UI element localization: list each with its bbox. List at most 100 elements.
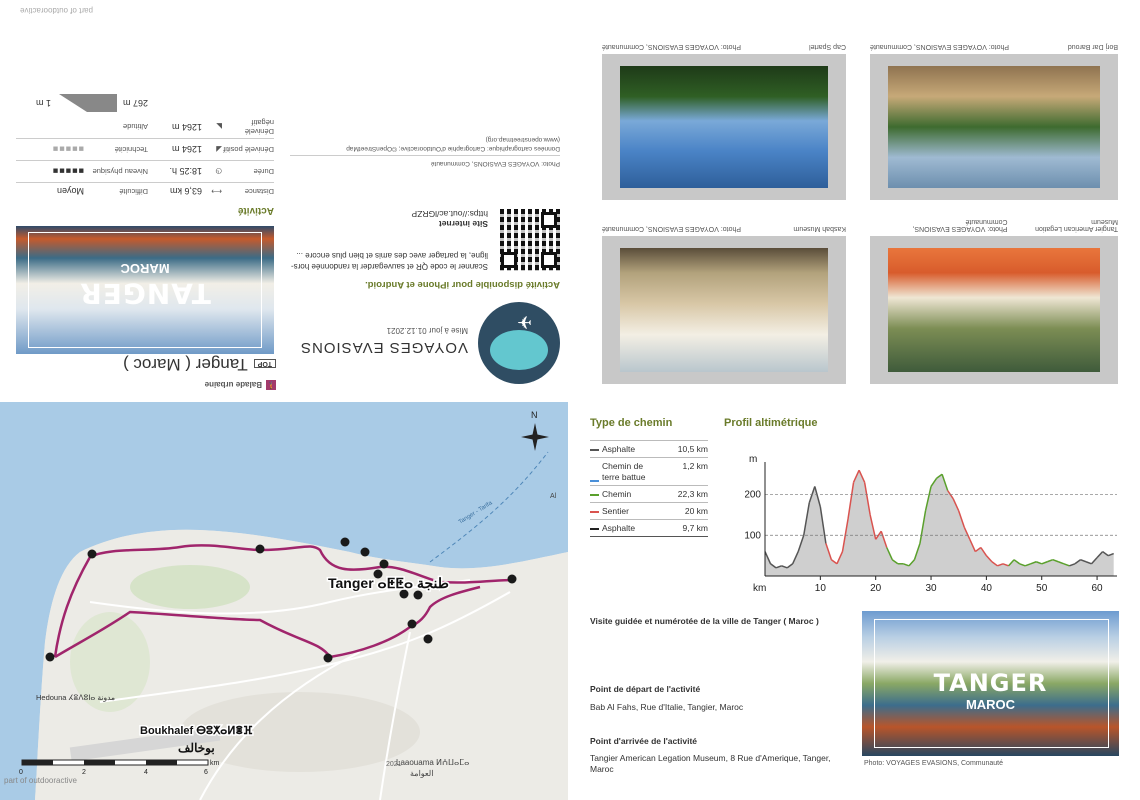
map-svg: Tanger - Tarifa N Tanger ⴰⵟⵟⴰ طنجة Hedou… bbox=[0, 402, 568, 800]
path-type-heading: Type de chemin bbox=[590, 417, 673, 429]
photo-credit: Photo: VOYAGES EVASIONS, Communauté bbox=[602, 43, 742, 50]
photo-kasbah-museum bbox=[620, 248, 828, 372]
photo-frame bbox=[602, 54, 846, 200]
stats-table: Distance ⟷ 63,6 km Difficulté Moyen Duré… bbox=[16, 90, 274, 200]
photo-credit: Photo: VOYAGES EVASIONS, Communauté bbox=[602, 225, 742, 232]
end-label: Point d'arrivée de l'activité bbox=[590, 736, 698, 746]
path-type-value: 22,3 km bbox=[677, 489, 708, 499]
path-type-name: Asphalte bbox=[602, 522, 636, 533]
poster-title: TANGER bbox=[933, 669, 1048, 697]
start-label: Point de départ de l'activité bbox=[590, 684, 701, 694]
path-type-value: 10,5 km bbox=[677, 444, 708, 454]
north-label: N bbox=[531, 410, 538, 420]
elevation-chart-svg: 200 100 m 10 20 30 40 50 60 km bbox=[744, 454, 1117, 594]
path-type-row: Chemin de terre battue 1,2 km bbox=[590, 457, 708, 485]
path-color-swatch bbox=[590, 480, 599, 482]
stats-row: Durée ◷ 18:25 h. Niveau physique ■■■■■ bbox=[16, 160, 274, 182]
y-unit-label: m bbox=[749, 454, 757, 465]
scale-label-4: 4 bbox=[144, 769, 148, 776]
qr-code[interactable] bbox=[498, 209, 560, 271]
scale-label-6: 6 bbox=[204, 769, 208, 776]
scale-label-0: 0 bbox=[19, 769, 23, 776]
start-value: Bab Al Fahs, Rue d'Italie, Tangier, Maro… bbox=[590, 702, 744, 712]
ascent-value: 1264 m bbox=[171, 144, 202, 155]
laaouama-label: Laaouama ⵍⵄⵡⴰⵎⴰ bbox=[396, 758, 469, 767]
physical-label: Niveau physique bbox=[92, 167, 148, 176]
path-type-row: Chemin 22,3 km bbox=[590, 485, 708, 502]
photo-caption-row: Kasbah Museum Photo: VOYAGES EVASIONS, C… bbox=[602, 225, 846, 232]
city-label: Tanger ⴰⵟⵟⴰ طنجة bbox=[328, 575, 449, 591]
photo-caption-row: Borj Dar Baroud Photo: VOYAGES EVASIONS,… bbox=[870, 43, 1118, 50]
hedouna-label: Hedouna ⵃⴻⴷⵓⵏⴰ مدونة bbox=[36, 693, 115, 702]
author-name: VOYAGES EVASIONS bbox=[300, 339, 468, 356]
scale-unit: km bbox=[210, 760, 220, 767]
y-tick-label: 200 bbox=[745, 490, 761, 501]
photo-caption: Tangier American Legation Museum bbox=[1035, 218, 1118, 232]
thumbnail-subtitle: MAROC bbox=[120, 261, 170, 276]
alt-min: 1 m bbox=[35, 98, 51, 108]
clock-icon: ◷ bbox=[215, 167, 222, 176]
photo-credit: Photo: VOYAGES EVASIONS, Communauté bbox=[430, 160, 560, 167]
photo-credit: Photo: VOYAGES EVASIONS, Communauté bbox=[870, 43, 1010, 50]
path-type-value: 9,7 km bbox=[682, 523, 708, 533]
plane-icon: ✈ bbox=[516, 312, 532, 332]
elevation-chart: 200 100 m 10 20 30 40 50 60 km bbox=[744, 450, 1125, 600]
technique-level-icon: ■■■■■ bbox=[51, 144, 84, 155]
descent-label: Dénivelé négatif bbox=[244, 118, 274, 136]
photo-frame bbox=[602, 236, 846, 384]
photo-caption: Kasbah Museum bbox=[793, 225, 846, 232]
photo-borj-dar-baroud bbox=[888, 66, 1100, 188]
poster-image: TANGER MAROC bbox=[862, 611, 1119, 756]
info-panel-upside-down: part of outdooractive 🚶 Balade urbaine T… bbox=[0, 0, 570, 400]
distance-value: 63,6 km bbox=[169, 186, 202, 197]
path-type-row: Asphalte 9,7 km bbox=[590, 519, 708, 536]
app-heading: Activité disponible pour iPhone et Andro… bbox=[365, 279, 560, 290]
updated-date: Mise à jour 01.12.2021 bbox=[386, 326, 468, 335]
path-type-table: Asphalte 10,5 km Chemin de terre battue 1,2… bbox=[590, 440, 708, 537]
path-color-swatch bbox=[590, 449, 599, 451]
category-label: Balade urbaine bbox=[204, 380, 262, 390]
path-color-swatch bbox=[590, 494, 599, 496]
path-type-name: Sentier bbox=[602, 505, 629, 516]
difficulty-label: Difficulté bbox=[119, 187, 148, 196]
path-type-name: Chemin de terre battue bbox=[602, 461, 646, 482]
x-tick-label: 20 bbox=[870, 583, 882, 594]
photo-frame bbox=[870, 54, 1118, 200]
path-type-value: 20 km bbox=[684, 506, 708, 516]
outdooractive-watermark: part of outdooractive bbox=[20, 6, 93, 15]
descent-icon: ◣ bbox=[216, 122, 222, 132]
photo-grid-upside-down: Kasbah Museum Photo: VOYAGES EVASIONS, C… bbox=[570, 0, 1140, 400]
route-map[interactable]: Tanger - Tarifa N Tanger ⴰⵟⵟⴰ طنجة Hedou… bbox=[0, 402, 568, 800]
author-block: ✈ VOYAGES EVASIONS Mise à jour 01.12.202… bbox=[300, 302, 560, 384]
ascent-icon: ◢ bbox=[216, 145, 222, 154]
path-type-name: Chemin bbox=[602, 488, 632, 499]
credits: Photo: VOYAGES EVASIONS, Communauté Donn… bbox=[290, 134, 560, 168]
ascent-label: Dénivelé positif bbox=[223, 145, 274, 154]
x-tick-label: 40 bbox=[981, 583, 993, 594]
author-logo: ✈ bbox=[478, 302, 560, 384]
forest-area bbox=[130, 565, 250, 609]
year-label: 2021 bbox=[386, 761, 402, 768]
thumbnail-title: TANGER bbox=[79, 277, 211, 310]
path-type-row: Sentier 20 km bbox=[590, 502, 708, 519]
profile-area bbox=[765, 470, 1114, 576]
path-type-row: Asphalte 10,5 km bbox=[590, 440, 708, 457]
y-tick-label: 100 bbox=[745, 530, 761, 541]
activity-heading: Activité bbox=[237, 205, 274, 216]
x-tick-label: 60 bbox=[1092, 583, 1104, 594]
x-tick-label: 10 bbox=[815, 583, 827, 594]
category-line: 🚶 Balade urbaine bbox=[205, 380, 276, 390]
profile-heading: Profil altimétrique bbox=[724, 417, 818, 429]
scale-bar bbox=[21, 759, 209, 766]
photo-caption: Cap Spartel bbox=[809, 43, 846, 50]
end-value: Tangier American Legation Museum, 8 Rue … bbox=[590, 753, 831, 775]
path-type-value: 1,2 km bbox=[682, 461, 708, 471]
boukhalef-arabic-label: بوخالف bbox=[178, 741, 215, 756]
path-color-swatch bbox=[590, 528, 599, 530]
mini-profile-icon bbox=[58, 94, 117, 112]
duration-label: Durée bbox=[253, 167, 274, 176]
scale-label-2: 2 bbox=[82, 769, 86, 776]
difficulty-value: Moyen bbox=[56, 186, 84, 197]
app-block: Activité disponible pour iPhone et Andro… bbox=[290, 209, 560, 290]
al-label: Al bbox=[550, 493, 557, 500]
